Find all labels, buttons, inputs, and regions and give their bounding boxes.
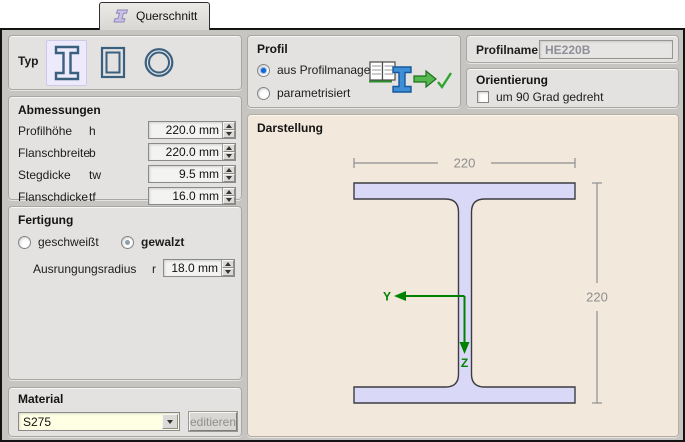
checkbox-um-90-grad-box[interactable] <box>477 91 489 103</box>
ausrungungsradius-symbol: r <box>152 262 156 276</box>
profilhoehe-row: Profilhöhe <box>18 122 72 140</box>
y-axis-label: Y <box>383 290 391 304</box>
editieren-button-label: editieren <box>190 415 236 429</box>
profilhoehe-field[interactable]: 220.0 mm <box>148 121 236 139</box>
box-profile-icon <box>97 43 129 83</box>
flanschdicke-field[interactable]: 16.0 mm <box>148 187 236 205</box>
flanschbreite-field[interactable]: 220.0 mm <box>148 143 236 161</box>
arrow-right-icon <box>414 71 436 87</box>
material-group: Material S275 editieren <box>8 387 242 437</box>
stegdicke-value: 9.5 mm <box>149 166 222 182</box>
orientierung-group-title: Orientierung <box>476 73 548 87</box>
darstellung-group: Darstellung 220 2 <box>247 114 679 437</box>
profil-group: Profil aus Profilmanager parametrisiert <box>247 35 461 108</box>
tab-querschnitt[interactable]: Querschnitt <box>99 2 210 30</box>
z-axis-label: Z <box>461 356 468 370</box>
flanschdicke-label: Flanschdicke <box>18 190 88 204</box>
flanschbreite-value: 220.0 mm <box>149 144 222 160</box>
abmessungen-group: Abmessungen Profilhöhe h 220.0 mm Flansc… <box>8 96 242 200</box>
typ-group: Typ <box>8 35 242 90</box>
radio-gewalzt[interactable]: gewalzt <box>121 235 184 249</box>
book-icon <box>369 62 395 82</box>
i-profile-icon <box>51 43 83 83</box>
typ-button-box-profile[interactable] <box>92 40 133 86</box>
fertigung-group-title: Fertigung <box>18 213 73 227</box>
checkbox-um-90-grad-label: um 90 Grad gedreht <box>496 90 603 104</box>
ausrungungsradius-field[interactable]: 18.0 mm <box>163 259 235 277</box>
radio-parametrisiert-circle[interactable] <box>257 87 270 100</box>
beam-3d-icon <box>110 8 129 24</box>
stegdicke-label: Stegdicke <box>18 168 71 182</box>
typ-group-title: Typ <box>18 54 38 68</box>
ausrungungsradius-label: Ausrungungsradius <box>33 262 136 276</box>
flanschdicke-row: Flanschdicke <box>18 188 88 206</box>
profilmanager-icon <box>368 58 454 96</box>
radio-geschweisst-label: geschweißt <box>38 235 99 249</box>
ausrungungsradius-value: 18.0 mm <box>164 260 221 276</box>
flanschbreite-spin-down[interactable] <box>223 152 235 160</box>
tab-label: Querschnitt <box>136 9 197 23</box>
profilhoehe-spin-down[interactable] <box>223 130 235 138</box>
profilhoehe-label: Profilhöhe <box>18 124 72 138</box>
material-selected-value: S275 <box>19 415 162 429</box>
stegdicke-row: Stegdicke <box>18 166 71 184</box>
profilname-label: Profilname <box>476 43 538 57</box>
radio-gewalzt-label: gewalzt <box>141 235 184 249</box>
flanschdicke-symbol: tf <box>89 190 96 204</box>
stegdicke-spin-up[interactable] <box>223 166 235 174</box>
orientierung-group: Orientierung um 90 Grad gedreht <box>466 68 679 108</box>
flanschbreite-row: Flanschbreite <box>18 144 90 162</box>
material-group-title: Material <box>18 392 63 406</box>
profilname-field[interactable]: HE220B <box>539 40 673 59</box>
profilhoehe-spin-up[interactable] <box>223 122 235 130</box>
profile-drawing: 220 220 Y Z <box>248 115 678 436</box>
editieren-button[interactable]: editieren <box>189 412 237 431</box>
profilname-group: Profilname HE220B <box>466 35 679 63</box>
typ-button-circular-profile[interactable] <box>138 40 179 86</box>
flanschdicke-spin-up[interactable] <box>223 188 235 196</box>
stegdicke-symbol: tw <box>89 168 101 182</box>
y-axis-arrowhead <box>394 291 406 301</box>
circular-profile-icon <box>142 43 176 83</box>
height-dimension-value: 220 <box>586 290 608 305</box>
profil-group-title: Profil <box>257 42 288 56</box>
stegdicke-field[interactable]: 9.5 mm <box>148 165 236 183</box>
flanschdicke-value: 16.0 mm <box>149 188 222 204</box>
querschnitt-dialog: Typ <box>0 28 685 442</box>
width-dimension-value: 220 <box>454 156 476 171</box>
flanschdicke-spin-down[interactable] <box>223 196 235 204</box>
ibeam-blue-icon <box>393 67 411 92</box>
radio-parametrisiert[interactable]: parametrisiert <box>257 86 350 100</box>
material-dropdown[interactable]: S275 <box>18 412 180 431</box>
stegdicke-spin-down[interactable] <box>223 174 235 182</box>
radio-geschweisst[interactable]: geschweißt <box>18 235 99 249</box>
typ-button-i-profile[interactable] <box>46 40 87 86</box>
fertigung-group: Fertigung geschweißt gewalzt Ausrungungs… <box>8 206 242 380</box>
radio-aus-profilmanager-circle[interactable] <box>257 64 270 77</box>
profilhoehe-symbol: h <box>89 124 96 138</box>
querschnitt-window: Querschnitt Typ <box>0 0 685 442</box>
profilhoehe-value: 220.0 mm <box>149 122 222 138</box>
checkbox-um-90-grad[interactable]: um 90 Grad gedreht <box>477 90 603 104</box>
radio-gewalzt-circle[interactable] <box>121 236 134 249</box>
radio-aus-profilmanager-label: aus Profilmanager <box>277 63 374 77</box>
radio-parametrisiert-label: parametrisiert <box>277 86 350 100</box>
checkmark-icon <box>438 73 451 87</box>
ausrungungsradius-spin-down[interactable] <box>222 268 234 276</box>
abmessungen-group-title: Abmessungen <box>18 103 101 117</box>
flanschbreite-label: Flanschbreite <box>18 146 90 160</box>
profilname-value: HE220B <box>545 43 590 57</box>
ausrungungsradius-spin-up[interactable] <box>222 260 234 268</box>
flanschbreite-symbol: b <box>89 146 96 160</box>
radio-geschweisst-circle[interactable] <box>18 236 31 249</box>
radio-aus-profilmanager[interactable]: aus Profilmanager <box>257 63 374 77</box>
dropdown-arrow-icon[interactable] <box>162 414 178 429</box>
flanschbreite-spin-up[interactable] <box>223 144 235 152</box>
